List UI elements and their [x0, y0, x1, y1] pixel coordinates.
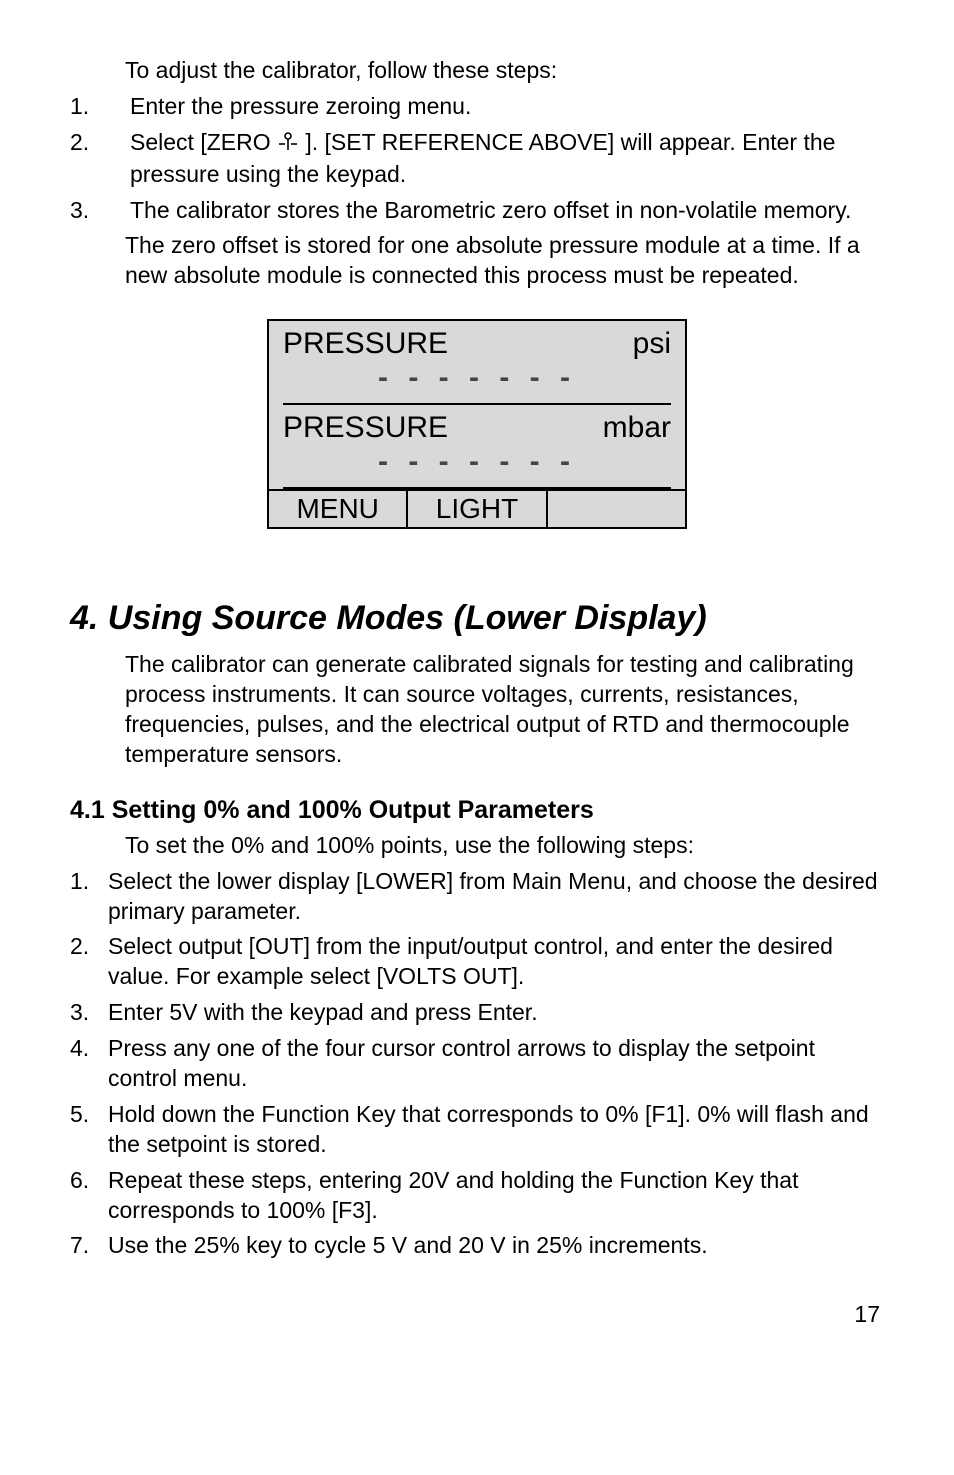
list-number: 7.	[70, 1231, 108, 1261]
softkey-light: LIGHT	[406, 491, 545, 527]
lead-paragraph: To adjust the calibrator, follow these s…	[125, 56, 884, 86]
list-item: 2. Select [ZERO ]. [SET REFERENCE ABOVE]…	[70, 128, 884, 190]
list-number: 2.	[70, 128, 130, 158]
page: To adjust the calibrator, follow these s…	[0, 0, 954, 1378]
list-number: 6.	[70, 1166, 108, 1196]
list-number: 4.	[70, 1034, 108, 1064]
list-number: 2.	[70, 932, 108, 962]
section-heading: 4. Using Source Modes (Lower Display)	[70, 599, 884, 638]
lcd-top-value: - - - - - - -	[283, 361, 671, 399]
list-item: 1. Enter the pressure zeroing menu.	[70, 92, 884, 122]
lcd-top-label: PRESSURE	[283, 327, 448, 361]
step2-prefix: Select [ZERO	[130, 129, 277, 155]
subsection-steps: 1. Select the lower display [LOWER] from…	[70, 867, 884, 1262]
lcd-top-panel: PRESSURE psi - - - - - - -	[269, 321, 685, 403]
list-item: 4. Press any one of the four cursor cont…	[70, 1034, 884, 1094]
lcd-bottom-panel: PRESSURE mbar - - - - - - -	[269, 405, 685, 487]
list-item: 7. Use the 25% key to cycle 5 V and 20 V…	[70, 1231, 884, 1261]
subsection-lead: To set the 0% and 100% points, use the f…	[125, 831, 884, 861]
list-item: 2. Select output [OUT] from the input/ou…	[70, 932, 884, 992]
list-item: 1. Select the lower display [LOWER] from…	[70, 867, 884, 927]
list-number: 1.	[70, 867, 108, 897]
list-text: The calibrator stores the Barometric zer…	[130, 196, 884, 226]
list-item: 3. The calibrator stores the Barometric …	[70, 196, 884, 226]
list-text: Hold down the Function Key that correspo…	[108, 1100, 884, 1160]
lcd-softkeys: MENU LIGHT	[269, 489, 685, 527]
lcd-bottom-label: PRESSURE	[283, 411, 448, 445]
list-text: Enter the pressure zeroing menu.	[130, 92, 884, 122]
list-number: 5.	[70, 1100, 108, 1130]
list-text: Select output [OUT] from the input/outpu…	[108, 932, 884, 992]
list-number: 1.	[70, 92, 130, 122]
list-item: 6. Repeat these steps, entering 20V and …	[70, 1166, 884, 1226]
lcd-top-unit: psi	[633, 327, 671, 361]
list-item: 5. Hold down the Function Key that corre…	[70, 1100, 884, 1160]
page-number: 17	[70, 1301, 884, 1328]
lcd-bottom-value: - - - - - - -	[283, 445, 671, 483]
zero-reference-icon	[277, 130, 299, 160]
list-text: Select [ZERO ]. [SET REFERENCE ABOVE] wi…	[130, 128, 884, 190]
lcd-frame: PRESSURE psi - - - - - - - PRESSURE mbar…	[267, 319, 687, 529]
list-text: Press any one of the four cursor control…	[108, 1034, 884, 1094]
lcd-bottom-unit: mbar	[603, 411, 671, 445]
section-body: The calibrator can generate calibrated s…	[125, 650, 884, 770]
subsection-heading: 4.1 Setting 0% and 100% Output Parameter…	[70, 796, 884, 825]
list-text: Repeat these steps, entering 20V and hol…	[108, 1166, 884, 1226]
list-text: Enter 5V with the keypad and press Enter…	[108, 998, 884, 1028]
tail-paragraph: The zero offset is stored for one absolu…	[125, 231, 884, 291]
list-number: 3.	[70, 998, 108, 1028]
softkey-menu: MENU	[269, 491, 406, 527]
list-text: Select the lower display [LOWER] from Ma…	[108, 867, 884, 927]
intro-steps: 1. Enter the pressure zeroing menu. 2. S…	[70, 92, 884, 226]
list-item: 3. Enter 5V with the keypad and press En…	[70, 998, 884, 1028]
list-number: 3.	[70, 196, 130, 226]
lcd-display: PRESSURE psi - - - - - - - PRESSURE mbar…	[267, 319, 687, 529]
list-text: Use the 25% key to cycle 5 V and 20 V in…	[108, 1231, 884, 1261]
softkey-empty	[546, 491, 685, 527]
